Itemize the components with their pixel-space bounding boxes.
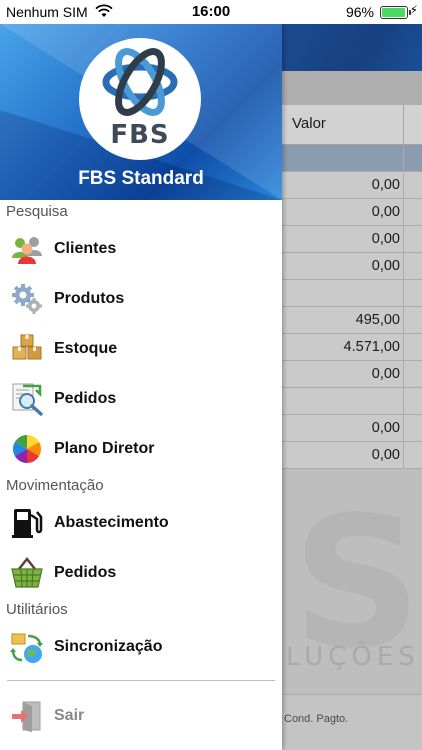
- section-utilitarios: Utilitários: [6, 601, 68, 618]
- menu-item-pedidos-movimentacao[interactable]: Pedidos: [0, 548, 282, 598]
- side-drawer: FBS FBS Standard Pesquisa Clientes Produ…: [0, 24, 282, 750]
- menu-item-abastecimento[interactable]: Abastecimento: [0, 498, 282, 548]
- section-movimentacao: Movimentação: [6, 477, 104, 494]
- charging-icon: ⚡: [409, 3, 418, 17]
- background-screen[interactable]: Valor 0,00 0,00 0,00 0,00 495,00 4.571,00 0,00…: [282, 24, 422, 750]
- fuel-pump-icon: [12, 509, 43, 538]
- app-title: FBS Standard: [78, 168, 204, 189]
- users-icon: [12, 237, 42, 264]
- fbs-logo: FBS: [79, 38, 201, 160]
- order-search-icon: [12, 383, 43, 416]
- menu-item-label: Sair: [54, 707, 85, 724]
- sync-icon: [10, 633, 43, 663]
- section-pesquisa: Pesquisa: [6, 203, 68, 220]
- status-bar: Nenhum SIM 16:00 96% ⚡: [0, 0, 422, 24]
- menu-item-estoque[interactable]: Estoque: [0, 324, 282, 374]
- menu-item-label: Clientes: [54, 240, 117, 257]
- menu-item-plano-diretor[interactable]: Plano Diretor: [0, 424, 282, 474]
- menu-item-pedidos-pesquisa[interactable]: Pedidos: [0, 374, 282, 424]
- menu-item-label: Plano Diretor: [54, 440, 155, 457]
- menu-item-label: Abastecimento: [54, 514, 169, 531]
- menu-item-label: Pedidos: [54, 564, 117, 581]
- boxes-icon: [12, 334, 42, 360]
- menu-item-sincronizacao[interactable]: Sincronização: [0, 622, 282, 672]
- menu-item-label: Estoque: [54, 340, 118, 357]
- gear-icon: [12, 284, 42, 314]
- menu-item-produtos[interactable]: Produtos: [0, 274, 282, 324]
- menu-item-label: Produtos: [54, 290, 125, 307]
- battery-icon: [380, 6, 411, 19]
- menu-item-label: Pedidos: [54, 390, 117, 407]
- color-wheel-icon: [13, 435, 41, 463]
- menu-item-label: Sincronização: [54, 638, 163, 655]
- exit-door-icon: [12, 701, 41, 732]
- menu-divider: [7, 680, 275, 681]
- menu-item-sair[interactable]: Sair: [0, 691, 282, 741]
- logo-knot-icon: [102, 48, 178, 116]
- shopping-basket-icon: [11, 556, 43, 588]
- drawer-header: FBS FBS Standard: [0, 24, 282, 200]
- battery-percent: 96%: [345, 4, 374, 20]
- dim-overlay[interactable]: [282, 24, 422, 750]
- menu-item-clientes[interactable]: Clientes: [0, 224, 282, 274]
